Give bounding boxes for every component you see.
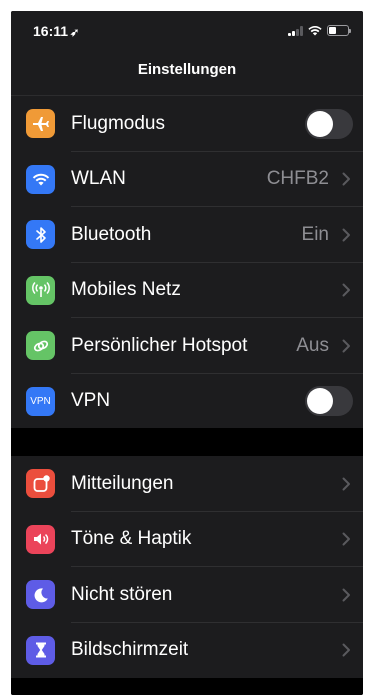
screen-time-label: Bildschirmzeit [71, 639, 189, 661]
battery-icon [327, 25, 351, 36]
settings-row-mobile-network[interactable]: Mobiles Netz [11, 263, 363, 318]
airplane-mode-label: Flugmodus [71, 112, 165, 134]
settings-row-wlan[interactable]: WLAN CHFB2 [11, 152, 363, 207]
notifications-label: Mitteilungen [71, 472, 174, 494]
sounds-haptics-label: Töne & Haptik [71, 528, 192, 550]
settings-screen: 16:11 ➶ Einstellungen Flugmodus WLAN CHF… [11, 11, 363, 695]
cellular-signal-icon [288, 25, 303, 36]
do-not-disturb-label: Nicht stören [71, 583, 173, 605]
settings-row-notifications[interactable]: Mitteilungen [11, 456, 363, 512]
moon-icon [26, 580, 55, 610]
section-gap [11, 428, 363, 456]
chevron-right-icon [342, 172, 350, 186]
page-title: Einstellungen [137, 61, 237, 78]
settings-row-screen-time[interactable]: Bildschirmzeit [11, 623, 363, 679]
settings-group-notifications: Mitteilungen Töne & Haptik Nicht stören [11, 456, 363, 678]
airplane-mode-toggle[interactable] [305, 108, 353, 139]
settings-row-do-not-disturb[interactable]: Nicht stören [11, 567, 363, 623]
mobile-network-label: Mobiles Netz [71, 279, 181, 301]
settings-row-bluetooth[interactable]: Bluetooth Ein [11, 207, 363, 263]
wifi-icon [26, 164, 55, 194]
chevron-right-icon [342, 228, 350, 242]
location-icon: ➶ [70, 27, 80, 39]
vpn-label: VPN [71, 390, 111, 412]
antenna-icon [26, 275, 55, 305]
time-label: 16:11 [33, 23, 69, 39]
wlan-label: WLAN [71, 168, 126, 190]
settings-row-airplane-mode[interactable]: Flugmodus [11, 96, 363, 152]
personal-hotspot-label: Persönlicher Hotspot [71, 334, 248, 356]
airplane-icon [26, 109, 55, 139]
vpn-icon-text: VPN [30, 395, 51, 407]
settings-group-connectivity: Flugmodus WLAN CHFB2 Bluetooth Ein Mobil… [11, 96, 363, 429]
settings-row-vpn[interactable]: VPN VPN [11, 374, 363, 430]
vpn-icon: VPN [26, 386, 55, 416]
speaker-icon [26, 524, 55, 554]
wifi-status-icon [308, 26, 322, 36]
hourglass-icon [26, 635, 55, 665]
chevron-right-icon [342, 643, 350, 657]
bluetooth-value: Ein [301, 223, 329, 245]
status-icons [288, 25, 351, 36]
chevron-right-icon [342, 339, 350, 353]
chevron-right-icon [342, 283, 350, 297]
settings-row-sounds-haptics[interactable]: Töne & Haptik [11, 512, 363, 567]
status-time: 16:11 ➶ [33, 23, 79, 39]
bluetooth-icon [26, 220, 55, 250]
vpn-toggle[interactable] [305, 386, 353, 417]
section-gap-bottom [11, 678, 363, 695]
hotspot-icon [26, 331, 55, 361]
bluetooth-label: Bluetooth [71, 223, 152, 245]
status-bar: 16:11 ➶ [11, 11, 363, 51]
wlan-value: CHFB2 [266, 168, 329, 190]
notifications-icon [26, 469, 55, 499]
chevron-right-icon [342, 477, 350, 491]
chevron-right-icon [342, 588, 350, 602]
personal-hotspot-value: Aus [296, 334, 329, 356]
chevron-right-icon [342, 532, 350, 546]
settings-row-personal-hotspot[interactable]: Persönlicher Hotspot Aus [11, 318, 363, 374]
